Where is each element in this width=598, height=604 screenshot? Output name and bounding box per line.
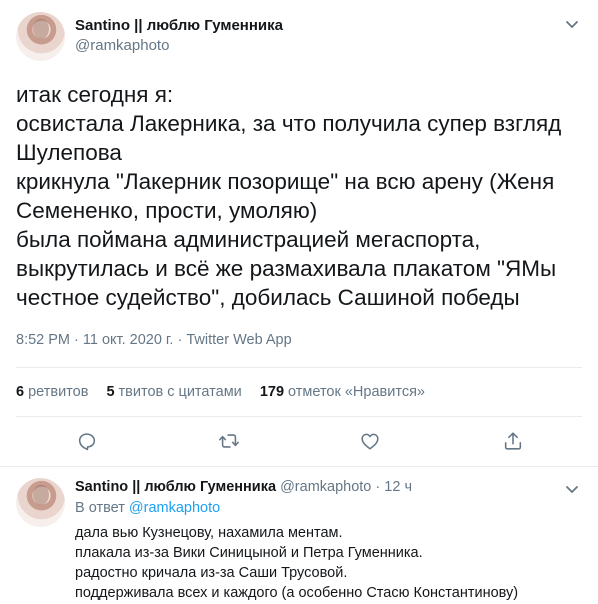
tweet-stats: 6 ретвитов 5 твитов с цитатами 179 отметок … <box>16 384 439 400</box>
quotes-stat[interactable]: 5 твитов с цитатами <box>106 384 241 400</box>
like-icon[interactable] <box>359 430 381 452</box>
tweet-text-line: освистала Лакерника, за что получила суп… <box>16 111 562 136</box>
reply-time[interactable]: 12 ч <box>384 479 412 495</box>
likes-stat[interactable]: 179 отметок «Нравится» <box>260 384 425 400</box>
chevron-down-icon[interactable] <box>562 479 582 499</box>
reply-icon[interactable] <box>76 430 98 452</box>
reply-tweet[interactable]: Santino || люблю Гуменника @ramkaphoto ·… <box>0 467 598 604</box>
in-reply-to: В ответ @ramkaphoto <box>75 500 220 516</box>
quotes-label: твитов с цитатами <box>118 384 242 400</box>
reply-text-line: плакала из-за Вики Синицыной и Петра Гум… <box>75 545 423 561</box>
share-icon[interactable] <box>502 430 524 452</box>
in-reply-prefix: В ответ <box>75 500 125 516</box>
display-name[interactable]: Santino || люблю Гуменника <box>75 17 283 34</box>
user-handle[interactable]: @ramkaphoto <box>280 479 371 495</box>
display-name[interactable]: Santino || люблю Гуменника <box>75 479 276 495</box>
retweets-stat[interactable]: 6 ретвитов <box>16 384 88 400</box>
tweet-text: итак сегодня я: освистала Лакерника, за … <box>16 80 588 312</box>
likes-count: 179 <box>259 384 285 400</box>
likes-label: отметок «Нравится» <box>288 384 425 400</box>
chevron-down-icon[interactable] <box>562 14 582 34</box>
divider <box>16 416 582 417</box>
tweet-text-line: Семененко, прости, умоляю) <box>16 198 318 223</box>
tweet-text-line: итак сегодня я: <box>16 82 174 107</box>
retweet-icon[interactable] <box>218 430 240 452</box>
divider <box>16 367 582 368</box>
reply-text-line: поддерживала всех и каждого (а особенно … <box>75 585 519 601</box>
tweet-text-line: Шулепова <box>16 140 122 165</box>
tweet-text-line: честное судейство", добилась Сашиной поб… <box>16 285 520 310</box>
tweet-actions <box>0 426 598 456</box>
tweet-timestamp[interactable]: 8:52 PM · 11 окт. 2020 г. · Twitter Web … <box>16 332 292 348</box>
retweets-label: ретвитов <box>28 384 89 400</box>
quotes-count: 5 <box>106 384 115 400</box>
reply-header: Santino || люблю Гуменника @ramkaphoto ·… <box>75 479 412 495</box>
retweets-count: 6 <box>16 384 25 400</box>
in-reply-handle-link[interactable]: @ramkaphoto <box>129 500 220 516</box>
tweet-text-line: была поймана администрацией мегаспорта, <box>16 227 481 252</box>
tweet-text-line: крикнула "Лакерник позорище" на всю арен… <box>16 169 555 194</box>
tweet-header: Santino || люблю Гуменника @ramkaphoto <box>16 12 582 62</box>
reply-text-line: радостно кричала из-за Саши Трусовой. <box>75 565 348 581</box>
tweet-text-line: выкрутилась и всё же размахивала плакато… <box>16 256 557 281</box>
avatar[interactable] <box>16 478 65 527</box>
reply-text: дала вью Кузнецову, нахамила ментам. пла… <box>75 523 518 603</box>
reply-text-line: дала вью Кузнецову, нахамила ментам. <box>75 525 343 541</box>
separator-dot: · <box>375 479 381 495</box>
avatar[interactable] <box>16 12 65 61</box>
user-handle[interactable]: @ramkaphoto <box>75 37 169 54</box>
